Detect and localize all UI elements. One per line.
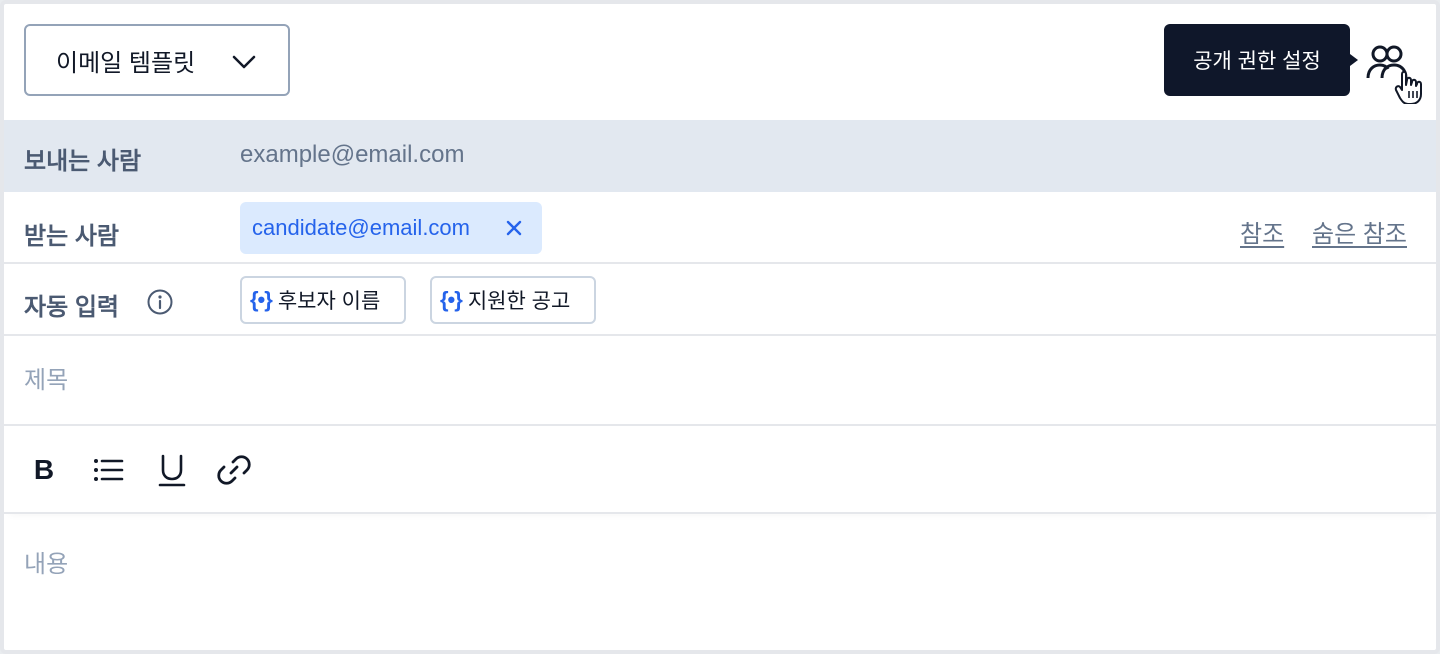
variable-label: 지원한 공고 [467, 290, 571, 313]
recipient-chip[interactable]: candidate@email.com [240, 202, 542, 254]
auto-fill-label: 자동 입력 [24, 294, 119, 321]
variable-label: 후보자 이름 [277, 290, 381, 313]
share-permission-tooltip: 공개 권한 설정 [1164, 24, 1350, 96]
formatting-toolbar: B [4, 426, 1436, 514]
auto-fill-row: 자동 입력 {•} 후보자 이름 {•} 지원한 공고 [4, 264, 1436, 336]
body-input[interactable] [24, 544, 1414, 640]
email-template-dropdown[interactable]: 이메일 템플릿 [24, 24, 290, 96]
cc-link[interactable]: 참조 [1240, 214, 1284, 249]
close-icon[interactable] [502, 216, 526, 240]
underline-icon[interactable] [154, 452, 190, 488]
variable-icon: {•} [250, 287, 273, 312]
bcc-link[interactable]: 숨은 참조 [1312, 214, 1407, 249]
email-template-label: 이메일 템플릿 [56, 49, 196, 77]
subject-input[interactable] [24, 366, 1414, 396]
to-row: 받는 사람 candidate@email.com 참조 숨은 참조 [4, 192, 1436, 264]
users-icon [1366, 45, 1408, 79]
variable-icon: {•} [440, 287, 463, 312]
hand-cursor-icon [1394, 70, 1422, 104]
from-email: example@email.com [240, 141, 465, 168]
bullet-list-icon[interactable] [90, 452, 126, 488]
share-permission-button[interactable] [1364, 40, 1428, 104]
recipient-email: candidate@email.com [252, 215, 470, 240]
tooltip-arrow [1350, 54, 1358, 66]
bold-button[interactable]: B [26, 452, 62, 488]
from-row: 보내는 사람 example@email.com [4, 120, 1436, 192]
to-label: 받는 사람 [24, 223, 119, 250]
from-label: 보내는 사람 [24, 148, 142, 175]
subject-row [4, 336, 1436, 426]
compose-header: 이메일 템플릿 공개 권한 설정 [4, 4, 1436, 120]
info-icon[interactable] [146, 288, 174, 316]
tooltip-text: 공개 권한 설정 [1193, 50, 1321, 73]
body-row [4, 514, 1436, 650]
variable-chip-candidate-name[interactable]: {•} 후보자 이름 [240, 276, 406, 324]
email-compose-panel: 이메일 템플릿 공개 권한 설정 보내는 사람 example@email.co… [0, 0, 1440, 654]
chevron-down-icon [232, 55, 256, 69]
variable-chip-applied-job[interactable]: {•} 지원한 공고 [430, 276, 596, 324]
link-icon[interactable] [216, 452, 252, 488]
